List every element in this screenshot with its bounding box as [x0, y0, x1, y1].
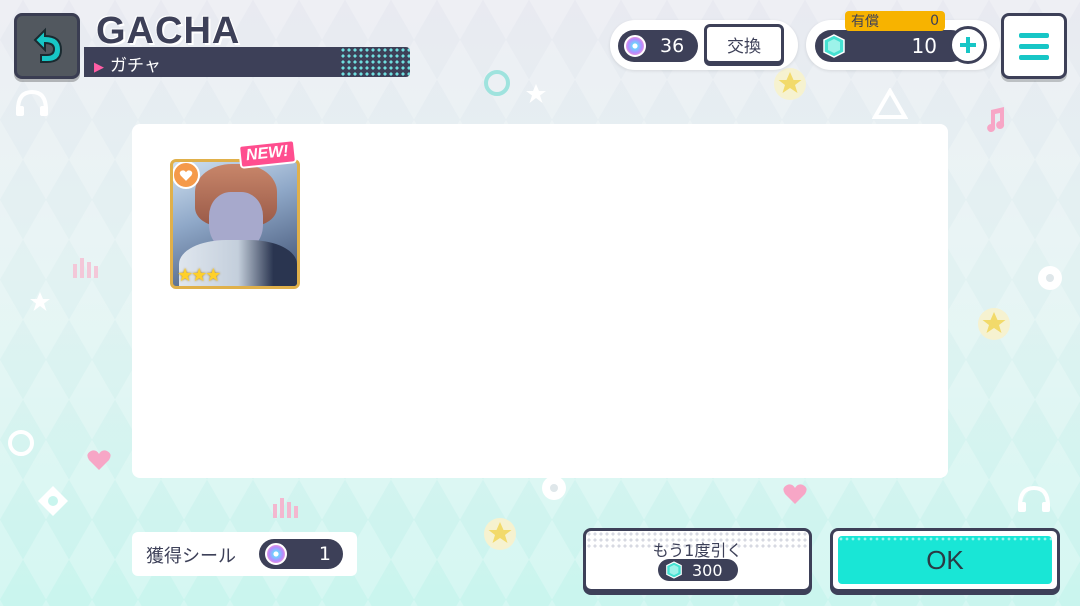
headphones-icon: [16, 89, 48, 116]
paid-currency-badge: 有償 0: [845, 11, 945, 31]
triangle-icon: [872, 88, 908, 119]
draw-again-cost: 300: [658, 559, 738, 581]
add-gems-button[interactable]: [949, 26, 987, 64]
disc-counter: 36: [618, 30, 698, 62]
page-subtitle: ▶ ガチャ: [94, 56, 161, 76]
exchange-button[interactable]: 交換: [704, 24, 784, 64]
acquired-sticker-label: 獲得シール: [146, 546, 236, 567]
gem-icon: [666, 561, 682, 579]
disc-icon: [542, 476, 566, 500]
ok-button[interactable]: OK: [830, 528, 1060, 592]
acquired-sticker-panel: 獲得シール 1: [132, 532, 357, 576]
ring-icon: [8, 430, 34, 456]
star-badge-icon: [484, 518, 516, 550]
disc-icon: [624, 35, 646, 57]
gem-icon: [823, 34, 845, 58]
headphones-icon: [1018, 485, 1050, 512]
disc-icon: [1038, 266, 1062, 290]
plus-icon: [960, 37, 976, 53]
star-icon: [30, 292, 50, 311]
music-note-icon: [987, 107, 1005, 132]
page-title: GACHA: [96, 10, 241, 52]
undo-arrow-icon: [33, 27, 63, 63]
equalizer-icon: [273, 498, 298, 518]
ring-icon: [484, 70, 510, 96]
hamburger-icon: [1019, 32, 1049, 38]
triangle-bullet-icon: ▶: [94, 60, 104, 75]
star-icon: [526, 84, 546, 103]
star-badge-icon: [978, 308, 1010, 340]
favorite-heart-icon: [173, 162, 200, 189]
halftone-decoration: [340, 47, 410, 77]
gem-counter: 10: [815, 30, 967, 62]
equalizer-icon: [73, 258, 98, 278]
draw-again-button[interactable]: もう1度引く 300: [583, 528, 812, 592]
menu-button[interactable]: [1001, 13, 1067, 79]
gacha-result-panel: ★★★ NEW!: [132, 124, 948, 478]
diamond-icon: [38, 486, 68, 516]
heart-icon: [87, 450, 111, 470]
character-card[interactable]: ★★★: [170, 159, 300, 289]
sticker-counter: 1: [259, 539, 343, 569]
rarity-stars: ★★★: [177, 265, 221, 286]
disc-icon: [265, 543, 287, 565]
back-button[interactable]: [14, 13, 80, 79]
heart-icon: [783, 484, 807, 504]
